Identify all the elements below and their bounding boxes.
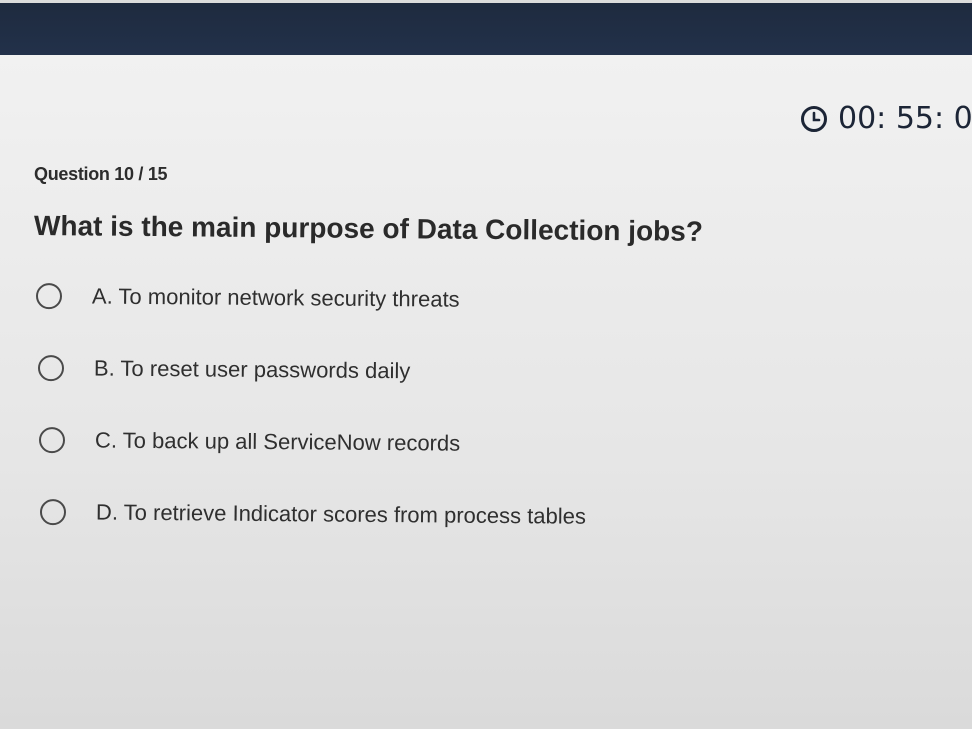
question-counter: Question 10 / 15 xyxy=(34,164,168,184)
option-b[interactable]: B. To reset user passwords daily xyxy=(37,350,586,391)
option-d[interactable]: D. To retrieve Indicator scores from pro… xyxy=(39,494,586,535)
option-d-label[interactable]: D. To retrieve Indicator scores from pro… xyxy=(96,499,586,529)
clock-icon xyxy=(801,105,827,132)
radio-button-a[interactable] xyxy=(35,283,63,310)
option-a[interactable]: A. To monitor network security threats xyxy=(35,278,586,319)
radio-button-c[interactable] xyxy=(38,427,66,454)
timer-text: 00: 55: 0 xyxy=(838,101,972,136)
option-c-label[interactable]: C. To back up all ServiceNow records xyxy=(95,427,460,456)
option-b-label[interactable]: B. To reset user passwords daily xyxy=(94,355,411,384)
top-bar xyxy=(0,0,972,55)
answer-options: A. To monitor network security threats B… xyxy=(35,278,586,566)
radio-button-b[interactable] xyxy=(37,355,65,382)
question-text: What is the main purpose of Data Collect… xyxy=(33,210,704,247)
countdown-timer: 00: 55: 0 xyxy=(800,101,972,136)
option-a-label[interactable]: A. To monitor network security threats xyxy=(92,283,460,312)
top-edge xyxy=(0,0,972,3)
radio-button-d[interactable] xyxy=(39,499,67,526)
option-c[interactable]: C. To back up all ServiceNow records xyxy=(38,422,586,463)
